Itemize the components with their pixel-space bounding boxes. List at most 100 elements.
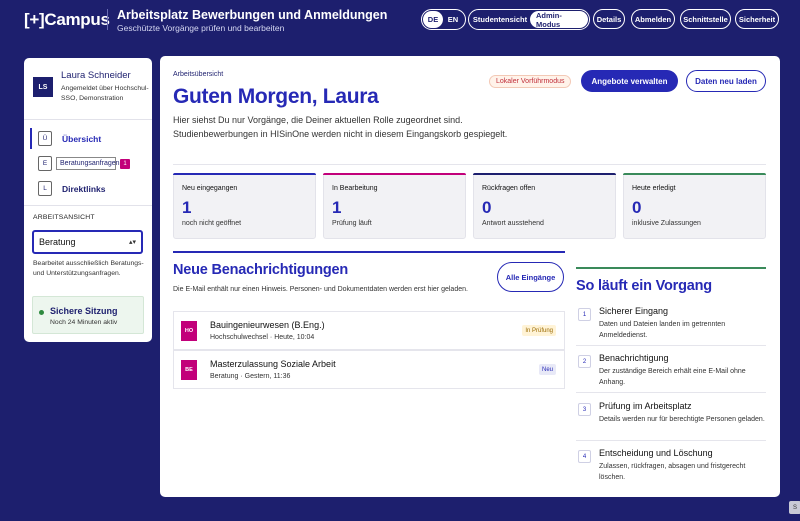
kpi-title: Rückfragen offen [482, 185, 536, 192]
notification-meta: Hochschulwechsel · Heute, 10:04 [210, 334, 315, 341]
sidebar-divider [24, 205, 152, 206]
step-number: 3 [578, 403, 591, 416]
step-description: Details werden nur für berechtigte Perso… [599, 416, 765, 423]
admin-mode-button[interactable]: Admin-Modus [530, 11, 588, 29]
step-description: Der zuständige Bereich erhält eine E-Mai… [599, 368, 746, 386]
session-status-icon [39, 310, 44, 315]
shortcut-key: E [38, 156, 52, 171]
step-number: 4 [578, 450, 591, 463]
step-title: Sicherer Eingang [599, 306, 669, 316]
select-arrows-icon: ▴▾ [128, 239, 136, 246]
lang-de-button[interactable]: DE [423, 11, 443, 28]
breadcrumb: Arbeitsübersicht [173, 71, 224, 78]
corner-widget[interactable]: S [789, 501, 800, 514]
count-badge: 1 [120, 158, 130, 169]
user-card: LS Laura Schneider Angemeldet über Hochs… [33, 69, 149, 102]
step-divider [576, 440, 766, 441]
all-inbox-button[interactable]: Alle Eingänge [497, 262, 564, 292]
student-view-button[interactable]: Studentensicht [470, 11, 530, 28]
sidebar-item-direct-links[interactable]: L Direktlinks [32, 178, 144, 199]
step-description: Zulassen, rückfragen, absagen und fristg… [599, 463, 746, 481]
manage-offers-button[interactable]: Angebote verwalten [581, 70, 678, 92]
kpi-card-in-progress: In Bearbeitung 1 Prüfung läuft [323, 173, 466, 239]
notifications-subtitle: Die E-Mail enthält nur einen Hinweis. Pe… [173, 286, 468, 293]
step-description: Daten und Dateien landen im getrennten A… [599, 321, 726, 339]
lang-en-button[interactable]: EN [443, 11, 463, 28]
sidebar-item-label: Übersicht [62, 133, 102, 144]
kpi-card-done-today: Heute erledigt 0 inklusive Zulassungen [623, 173, 766, 239]
notification-meta: Beratung · Gestern, 11:36 [210, 373, 291, 380]
top-bar: [+]Campus Arbeitsplatz Bewerbungen und A… [0, 0, 800, 38]
notification-item[interactable]: HO Bauingenieurwesen (B.Eng.) Hochschulw… [173, 311, 565, 350]
sidebar: LS Laura Schneider Angemeldet über Hochs… [24, 58, 152, 342]
logout-button[interactable]: Abmelden [631, 9, 675, 29]
user-description: Angemeldet über Hochschul-SSO, Demonstra… [61, 85, 149, 102]
session-title: Sichere Sitzung [50, 306, 118, 316]
session-remaining: Noch 24 Minuten aktiv [50, 319, 118, 326]
sidebar-item-label: Beratungsanfragen [56, 157, 120, 170]
kpi-value: 1 [332, 198, 342, 217]
notification-title: Bauingenieurwesen (B.Eng.) [210, 320, 325, 330]
step-divider [576, 392, 766, 393]
reload-data-button[interactable]: Daten neu laden [686, 70, 766, 92]
kpi-title: Heute erledigt [632, 185, 676, 192]
kpi-subtitle: noch nicht geöffnet [182, 220, 242, 227]
kpi-accent [173, 173, 316, 175]
kpi-value: 1 [182, 198, 192, 217]
sidebar-item-overview[interactable]: Ü Übersicht [30, 128, 142, 149]
step-number: 1 [578, 308, 591, 321]
notification-title: Masterzulassung Soziale Arbeit [210, 359, 336, 369]
session-box: Sichere Sitzung Noch 24 Minuten aktiv [32, 296, 144, 334]
notifications-title: Neue Benachrichtigungen [173, 262, 349, 278]
user-name: Laura Schneider [61, 70, 131, 81]
status-badge: In Prüfung [522, 325, 556, 336]
header-separator [107, 9, 108, 30]
app-title-block: Arbeitsplatz Bewerbungen und Anmeldungen… [117, 8, 387, 34]
step-number: 2 [578, 355, 591, 368]
avatar: LS [33, 77, 53, 97]
kpi-card-queries: Rückfragen offen 0 Antwort ausstehend [473, 173, 616, 239]
step-divider [576, 345, 766, 346]
language-switch: DE EN [421, 9, 466, 30]
kpi-subtitle: Prüfung läuft [332, 220, 372, 227]
kpi-title: Neu eingegangen [182, 185, 238, 192]
kpi-value: 0 [482, 198, 492, 217]
step-title: Prüfung im Arbeitsplatz [599, 401, 692, 411]
kpi-subtitle: inklusive Zulassungen [632, 220, 701, 227]
app-subtitle: Geschützte Vorgänge prüfen und bearbeite… [117, 23, 285, 33]
view-label: ARBEITSANSICHT [33, 214, 95, 221]
kpi-accent [323, 173, 466, 175]
intro-text: Hier siehst Du nur Vorgänge, die Deiner … [173, 115, 508, 139]
mode-switch: Studentensicht Admin-Modus [468, 9, 590, 30]
shortcut-key: L [38, 181, 52, 196]
notifications-rule [173, 251, 565, 253]
process-rule [576, 267, 766, 269]
kpi-subtitle: Antwort ausstehend [482, 220, 544, 227]
shortcut-key: Ü [38, 131, 52, 146]
page-title: Guten Morgen, Laura [173, 85, 379, 108]
notification-type-icon: BE [181, 360, 197, 380]
main-panel: Arbeitsübersicht Guten Morgen, Laura Hie… [160, 56, 780, 497]
sidebar-item-label: Direktlinks [62, 183, 106, 194]
details-button[interactable]: Details [593, 9, 625, 29]
sidebar-item-consultations[interactable]: E Beratungsanfragen 1 [32, 153, 144, 174]
kpi-card-new: Neu eingegangen 1 noch nicht geöffnet [173, 173, 316, 239]
app-title: Arbeitsplatz Bewerbungen und Anmeldungen [117, 8, 388, 22]
sidebar-divider [24, 119, 152, 120]
view-select[interactable]: Beratung ▴▾ [32, 230, 143, 254]
step-title: Entscheidung und Löschung [599, 448, 713, 458]
security-button[interactable]: Sicherheit [735, 9, 779, 29]
kpi-value: 0 [632, 198, 642, 217]
campus-logo[interactable]: [+]Campus [24, 10, 110, 30]
notification-item[interactable]: BE Masterzulassung Soziale Arbeit Beratu… [173, 350, 565, 389]
kpi-accent [473, 173, 616, 175]
kpi-accent [623, 173, 766, 175]
view-select-value: Beratung [39, 237, 76, 247]
notification-type-icon: HO [181, 321, 197, 341]
section-divider [173, 164, 766, 165]
status-badge: Neu [538, 364, 556, 375]
kpi-title: In Bearbeitung [332, 185, 378, 192]
demo-mode-badge: Lokaler Vorführmodus [489, 75, 572, 88]
process-title: So läuft ein Vorgang [576, 278, 712, 294]
interface-button[interactable]: Schnittstelle [680, 9, 731, 29]
